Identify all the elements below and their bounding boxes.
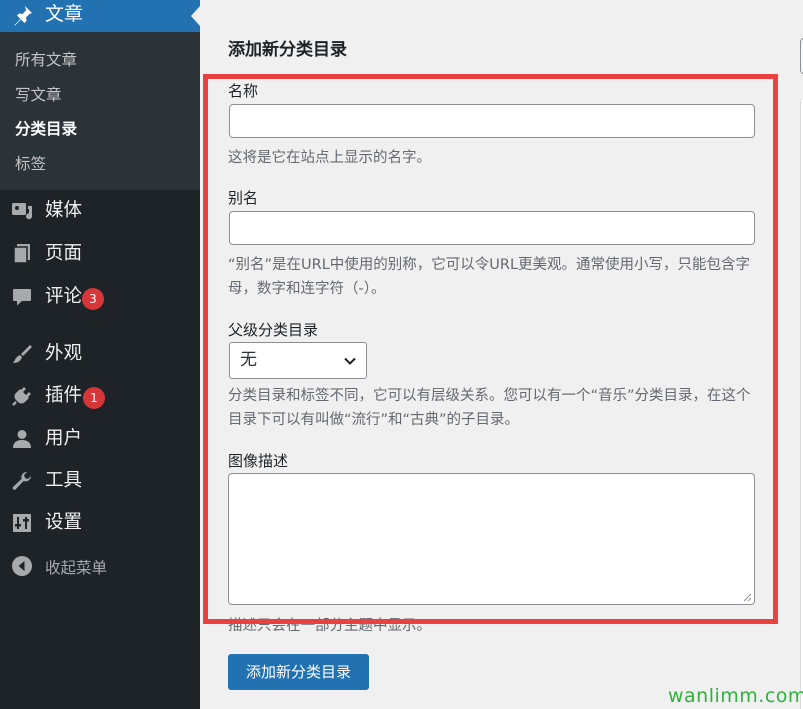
page-icon: [13, 244, 30, 264]
menu-item-posts-label: 文章: [45, 3, 84, 25]
menu-item-pages[interactable]: 页面: [0, 236, 200, 272]
menu-item-tools-label: 工具: [45, 470, 83, 491]
plugin-icon: [12, 387, 31, 406]
wrench-icon: [12, 471, 31, 490]
menu-item-users[interactable]: 用户: [0, 421, 200, 457]
collapse-menu-button[interactable]: 收起菜单: [0, 548, 200, 584]
menu-item-users-label: 用户: [45, 428, 83, 449]
menu-item-comments[interactable]: 评论 3: [0, 279, 200, 315]
annotation-highlight-box: [203, 74, 778, 624]
menu-item-plugins-label: 插件: [45, 385, 83, 406]
menu-item-settings-label: 设置: [45, 512, 83, 533]
settings-icon: [13, 514, 31, 532]
menu-item-media[interactable]: 媒体: [0, 193, 200, 229]
submenu-new-post[interactable]: 写文章: [15, 85, 62, 105]
media-icon: [12, 203, 33, 220]
add-category-button[interactable]: 添加新分类目录: [228, 654, 369, 690]
menu-item-media-label: 媒体: [45, 200, 83, 221]
menu-item-tools[interactable]: 工具: [0, 463, 200, 499]
admin-sidebar: 文章 所有文章 写文章 分类目录 标签 媒体 页面 评论 3 外观 插件 1 用…: [0, 0, 200, 709]
brush-icon: [13, 345, 32, 363]
comment-icon: [13, 289, 31, 306]
user-icon: [13, 430, 31, 448]
menu-item-comments-label: 评论: [45, 286, 83, 307]
site-watermark: wanlimm.com: [668, 685, 803, 707]
submenu-categories[interactable]: 分类目录: [15, 119, 77, 139]
menu-item-appearance-label: 外观: [45, 343, 83, 364]
submenu-tags[interactable]: 标签: [15, 154, 46, 174]
posts-submenu: 所有文章 写文章 分类目录 标签: [0, 32, 200, 190]
collapse-menu-label: 收起菜单: [45, 559, 108, 577]
comments-count-badge: 3: [82, 288, 104, 310]
pin-icon: [14, 6, 32, 26]
menu-item-settings[interactable]: 设置: [0, 505, 200, 541]
collapse-icon: [12, 556, 32, 576]
menu-item-plugins[interactable]: 插件 1: [0, 378, 200, 414]
menu-item-pages-label: 页面: [45, 243, 83, 264]
plugins-update-badge: 1: [83, 387, 105, 409]
form-heading: 添加新分类目录: [228, 40, 347, 60]
submenu-all-posts[interactable]: 所有文章: [15, 50, 77, 70]
menu-item-posts[interactable]: 文章: [0, 0, 200, 32]
menu-item-appearance[interactable]: 外观: [0, 336, 200, 372]
